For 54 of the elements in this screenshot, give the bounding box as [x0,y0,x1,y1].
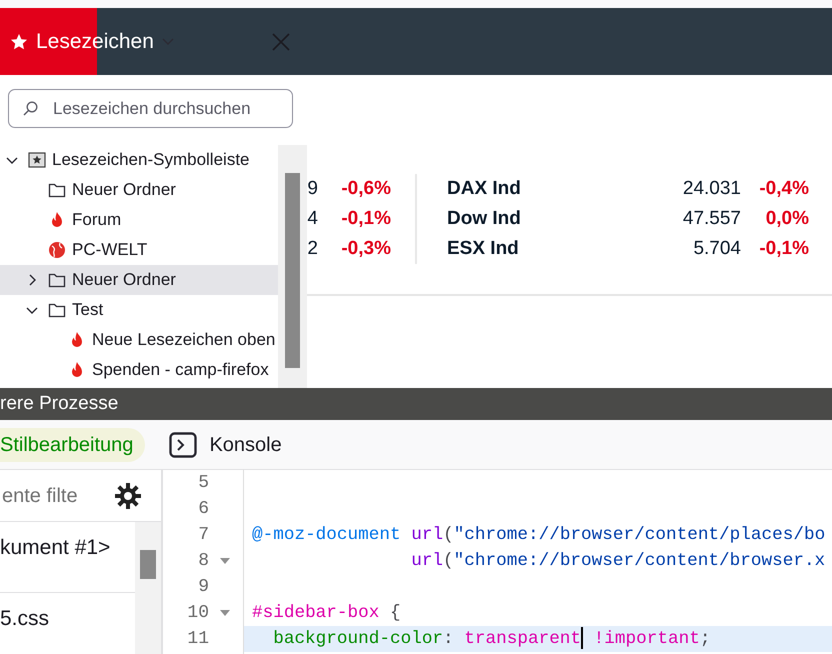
tree-item[interactable]: Test [0,295,278,325]
stock-change: 0,0% [764,206,809,231]
search-field[interactable]: Lesezeichen durchsuchen [8,89,293,128]
devtools-tab[interactable]: Konsole [157,428,294,462]
star-icon [10,32,28,50]
line-number: 8 [198,550,209,572]
stock-change: -0,1% [340,206,391,231]
stock-value: 2 [306,236,318,261]
scrollbar-thumb[interactable] [285,173,300,368]
code-line: url("chrome://browser/content/browser.x [411,550,826,573]
folder-icon [48,181,66,199]
window-title: rere Prozesse [0,392,118,416]
tree-item[interactable]: PC-WELT [0,235,278,265]
file-name[interactable]: 5.css [0,607,50,630]
scrollbar-thumb[interactable] [140,550,156,579]
stock-change: -0,6% [340,176,391,201]
fold-icon[interactable] [219,556,231,566]
tree-item[interactable]: Forum [0,205,278,235]
stock-value: 9 [306,176,318,201]
search-icon [23,101,38,116]
stock-value: 5.704 [692,236,741,261]
line-number: 5 [198,472,209,494]
tree-item[interactable]: Neuer Ordner [0,175,278,205]
line-number: 10 [187,602,209,624]
settings-icon[interactable] [114,482,142,510]
console-icon [169,432,198,458]
bookmark-toolbar-icon [28,151,46,169]
stock-value: 24.031 [682,176,741,201]
globe-icon [48,241,66,259]
line-number: 9 [198,576,209,598]
code-line: @-moz-document url("chrome://browser/content/places/bo [252,524,826,547]
tree-item[interactable]: Spenden - camp-firefox [0,355,278,385]
folder-icon [48,301,66,319]
filter-field[interactable]: ente filte [0,480,110,512]
stock-change: -0,1% [758,236,809,261]
tree-item[interactable]: Neue Lesezeichen oben [0,325,278,355]
fold-icon[interactable] [219,608,231,618]
stock-name[interactable]: Dow Ind [447,204,667,234]
tree-item[interactable]: Lesezeichen-Symbolleiste [0,145,278,175]
line-number: 7 [198,524,209,546]
stock-name[interactable]: ESX Ind [447,234,667,264]
devtools-tab[interactable]: Stilbearbeitung [0,428,146,462]
line-number: 11 [187,628,209,650]
code-line: #sidebar-box { [252,602,401,625]
stock-change: -0,4% [758,176,809,201]
stock-value: 4 [306,206,318,231]
file-name[interactable]: kument #1> [0,536,110,559]
stock-name[interactable]: DAX Ind [447,174,667,204]
stock-change: -0,3% [340,236,391,261]
folder-icon [48,271,66,289]
code-line: background-color: transparent !important; [273,626,710,652]
line-number: 6 [198,498,209,520]
stock-value: 47.557 [682,206,741,231]
tree-item[interactable]: Neuer Ordner [0,265,278,295]
